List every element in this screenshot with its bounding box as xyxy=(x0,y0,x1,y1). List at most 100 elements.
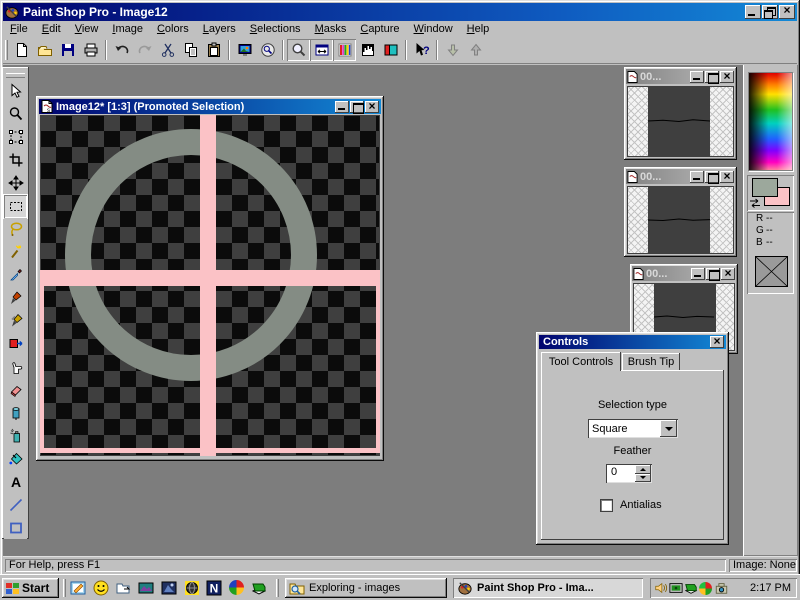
current-color-none-box[interactable] xyxy=(755,256,788,287)
menu-file[interactable]: File xyxy=(3,22,35,36)
tool-line-button[interactable] xyxy=(4,493,27,516)
context-help-button[interactable]: ? xyxy=(410,39,433,61)
maximize-icon[interactable] xyxy=(705,171,719,183)
quicklaunch-pinwheel-icon[interactable] xyxy=(229,580,246,596)
antialias-checkbox[interactable] xyxy=(600,499,613,512)
zoom-button[interactable] xyxy=(287,39,310,61)
menu-image[interactable]: Image xyxy=(105,22,150,36)
tool-freehand-button[interactable] xyxy=(4,218,27,241)
swap-colors-icon[interactable] xyxy=(748,198,762,209)
image-toggle-button[interactable] xyxy=(379,39,402,61)
histogram-window-button[interactable] xyxy=(333,39,356,61)
taskbar-clock[interactable]: 2:17 PM xyxy=(750,582,791,594)
tool-eraser-button[interactable] xyxy=(4,378,27,401)
task-paint-shop-pro[interactable]: Paint Shop Pro - Ima... xyxy=(453,578,643,598)
minimize-icon[interactable] xyxy=(690,171,704,183)
tool-dropper-button[interactable] xyxy=(4,264,27,287)
close-icon[interactable] xyxy=(721,268,735,280)
app-titlebar[interactable]: Paint Shop Pro - Image12 xyxy=(3,3,797,21)
start-button[interactable]: Start xyxy=(2,578,59,598)
spin-down-icon[interactable] xyxy=(635,474,651,483)
tool-selection-button[interactable] xyxy=(4,195,27,218)
tab-brush-tip[interactable]: Brush Tip xyxy=(622,353,680,370)
menu-selections[interactable]: Selections xyxy=(243,22,308,36)
pinwheel-icon[interactable] xyxy=(699,582,712,595)
thumbnail-titlebar[interactable]: 00... xyxy=(632,266,736,281)
book-icon[interactable] xyxy=(684,581,698,595)
tool-zoom-button[interactable] xyxy=(4,103,27,126)
controls-dialog-titlebar[interactable]: Controls xyxy=(539,335,726,349)
speaker-icon[interactable] xyxy=(654,581,668,595)
maximize-icon[interactable] xyxy=(706,268,720,280)
palette-grip[interactable] xyxy=(6,73,25,78)
tool-arrow-button[interactable] xyxy=(4,80,27,103)
move-down-button[interactable] xyxy=(441,39,464,61)
chevron-down-icon[interactable] xyxy=(660,420,677,437)
quicklaunch-netscape-icon[interactable]: N xyxy=(206,580,223,596)
menu-colors[interactable]: Colors xyxy=(150,22,196,36)
tool-crop-button[interactable] xyxy=(4,149,27,172)
tool-airbrush-button[interactable] xyxy=(4,424,27,447)
minimize-icon[interactable] xyxy=(691,268,705,280)
thumbnail-canvas[interactable] xyxy=(627,186,734,254)
thumbnail-titlebar[interactable]: 00... xyxy=(626,169,735,184)
histogram-button[interactable] xyxy=(356,39,379,61)
toolbar-grip[interactable] xyxy=(5,40,8,60)
redo-button[interactable] xyxy=(133,39,156,61)
selection-type-dropdown[interactable]: Square xyxy=(588,419,678,438)
spin-up-icon[interactable] xyxy=(635,465,651,474)
foreground-color-swatch[interactable] xyxy=(752,178,778,197)
restore-icon[interactable] xyxy=(762,5,778,19)
tool-mover-button[interactable] xyxy=(4,172,27,195)
minimize-icon[interactable] xyxy=(690,71,704,83)
close-icon[interactable] xyxy=(779,5,795,19)
quicklaunch-folder-icon[interactable] xyxy=(115,580,132,596)
tool-shapes-button[interactable] xyxy=(4,516,27,539)
task-exploring-images[interactable]: Exploring - images xyxy=(285,578,447,598)
undo-button[interactable] xyxy=(110,39,133,61)
menu-window[interactable]: Window xyxy=(407,22,460,36)
close-icon[interactable] xyxy=(710,336,724,348)
close-icon[interactable] xyxy=(720,71,734,83)
normal-viewing-button[interactable] xyxy=(310,39,333,61)
feather-spinner[interactable]: 0 xyxy=(606,464,652,483)
open-button[interactable] xyxy=(33,39,56,61)
tool-text-button[interactable]: A xyxy=(4,470,27,493)
color-picker-gradient[interactable] xyxy=(749,73,792,170)
minimize-icon[interactable] xyxy=(335,101,349,113)
thumbnail-titlebar[interactable]: 00... xyxy=(626,69,735,84)
quicklaunch-book-icon[interactable] xyxy=(251,580,268,596)
close-icon[interactable] xyxy=(720,171,734,183)
tool-flood-fill-button[interactable] xyxy=(4,447,27,470)
menu-help[interactable]: Help xyxy=(460,22,497,36)
menu-masks[interactable]: Masks xyxy=(308,22,354,36)
close-icon[interactable] xyxy=(365,101,379,113)
taskbar-divider[interactable] xyxy=(63,579,66,597)
image-window-titlebar[interactable]: s Image12* [1:3] (Promoted Selection) xyxy=(39,99,381,114)
menu-capture[interactable]: Capture xyxy=(353,22,406,36)
maximize-icon[interactable] xyxy=(350,101,364,113)
tab-tool-controls[interactable]: Tool Controls xyxy=(541,352,621,371)
menu-edit[interactable]: Edit xyxy=(35,22,68,36)
image-canvas[interactable] xyxy=(40,115,380,456)
quicklaunch-image-viewer-icon[interactable] xyxy=(138,580,155,596)
display-icon[interactable] xyxy=(669,581,683,595)
save-button[interactable] xyxy=(56,39,79,61)
quicklaunch-photo-icon[interactable] xyxy=(161,580,178,596)
menu-layers[interactable]: Layers xyxy=(196,22,243,36)
browse-button[interactable] xyxy=(256,39,279,61)
paste-button[interactable] xyxy=(202,39,225,61)
tool-clone-brush-button[interactable] xyxy=(4,310,27,333)
thumbnail-canvas[interactable] xyxy=(627,86,734,157)
cut-button[interactable] xyxy=(156,39,179,61)
quicklaunch-globe-icon[interactable] xyxy=(184,580,201,596)
move-up-button[interactable] xyxy=(464,39,487,61)
copy-button[interactable] xyxy=(179,39,202,61)
full-screen-preview-button[interactable] xyxy=(233,39,256,61)
camera-icon[interactable] xyxy=(714,581,729,595)
taskbar-divider[interactable] xyxy=(276,579,279,597)
tool-paintbrush-button[interactable] xyxy=(4,287,27,310)
tool-retouch-button[interactable] xyxy=(4,355,27,378)
tool-color-replacer-button[interactable] xyxy=(4,332,27,355)
new-button[interactable] xyxy=(10,39,33,61)
